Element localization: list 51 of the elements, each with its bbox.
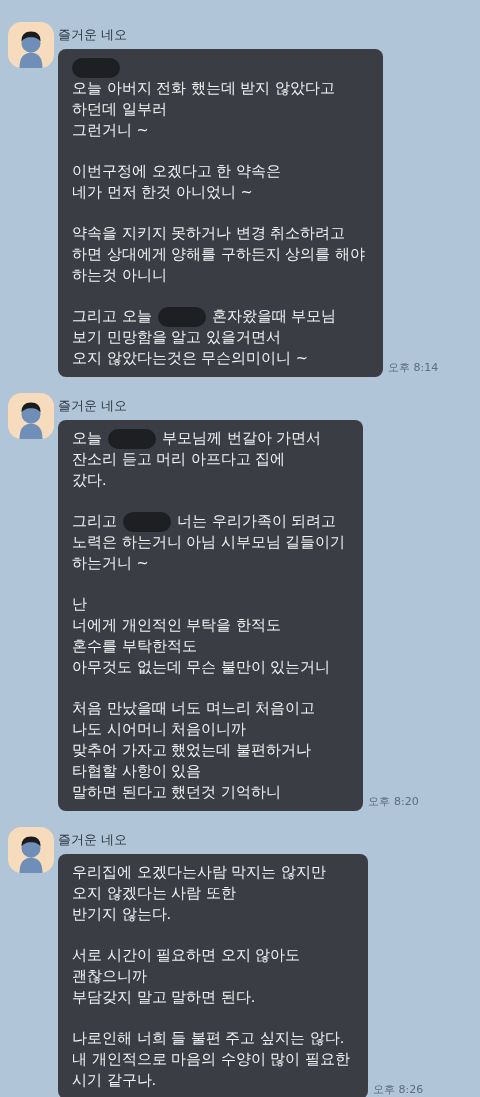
message-text: 하던데 일부러 (72, 100, 167, 119)
redaction-mark (123, 511, 171, 532)
message-text: 나로인해 너희 들 불편 주고 싶지는 않다. (72, 1029, 345, 1048)
avatar-icon[interactable] (8, 22, 54, 68)
message-text: 이번구정에 오겠다고 한 약속은 (72, 162, 281, 181)
message-text: 말하면 된다고 했던것 기억하니 (72, 783, 281, 802)
message-text: 그런거니 ~ (72, 121, 149, 140)
message-text: 너는 우리가족이 되려고 (177, 512, 337, 531)
message-text: 혼자왔을때 부모님 (211, 307, 337, 326)
message-text: 아무것도 없는데 무슨 불만이 있는거니 (72, 658, 331, 677)
message-text: 혼수를 부탁한적도 (72, 637, 197, 656)
message-time: 오후 8:14 (388, 360, 439, 376)
message-text: 괜찮으니까 (72, 967, 147, 986)
message-text: 오지 않겠다는 사람 또한 (72, 884, 236, 903)
redaction-mark (72, 57, 120, 78)
message-text: 나도 시어머니 처음이니까 (72, 720, 247, 739)
message-time: 오후 8:26 (373, 1082, 424, 1097)
message-text: 처음 만났을때 너도 며느리 처음이고 (72, 699, 316, 718)
redaction-mark (157, 306, 206, 327)
avatar-icon[interactable] (8, 827, 54, 873)
message-text: 난 (72, 595, 87, 614)
message-text: 부담갖지 말고 말하면 된다. (72, 988, 256, 1007)
message-time: 오후 8:20 (368, 794, 419, 810)
message-text: 약속을 지키지 못하거나 변경 취소하려고 (72, 224, 346, 243)
message-text: 오지 않았다는것은 무슨의미이니 ~ (72, 349, 308, 368)
message-text: 갔다. (72, 471, 107, 490)
message-text: 너에게 개인적인 부탁을 한적도 (72, 616, 281, 635)
message-text: 서로 시간이 필요하면 오지 않아도 (72, 946, 301, 965)
sender-name: 즐거운 네오 (58, 831, 129, 849)
avatar-icon[interactable] (8, 393, 54, 439)
message-text: 하면 상대에게 양해를 구하든지 상의를 해야 (72, 245, 366, 264)
message-text: 하는거니 ~ (72, 554, 149, 573)
message-text: 우리집에 오겠다는사람 막지는 않지만 (72, 863, 326, 882)
message-text: 맞추어 가자고 했었는데 불편하거나 (72, 741, 311, 760)
redaction-mark (108, 428, 156, 449)
message-text: 내 개인적으로 마음의 수양이 많이 필요한 (72, 1050, 351, 1069)
message-text: 오늘 (72, 429, 102, 448)
sender-name: 즐거운 네오 (58, 397, 129, 415)
sender-name: 즐거운 네오 (58, 26, 129, 44)
message-text: 반기지 않는다. (72, 905, 172, 924)
message-text: 그리고 오늘 (72, 307, 152, 326)
message-text: 오늘 아버지 전화 했는데 받지 않았다고 (72, 79, 336, 98)
message-text: 부모님께 번갈아 가면서 (162, 429, 322, 448)
message-text: 보기 민망함을 알고 있을거면서 (72, 328, 281, 347)
message-text: 네가 먼저 한것 아니었니 ~ (72, 183, 253, 202)
message-text: 노력은 하는거니 아님 시부모님 길들이기 (72, 533, 346, 552)
message-text: 그리고 (72, 512, 117, 531)
message-text: 시기 같구나. (72, 1071, 157, 1090)
message-text: 잔소리 듣고 머리 아프다고 집에 (72, 450, 286, 469)
message-text: 하는것 아니니 (72, 266, 167, 285)
message-text: 타협할 사항이 있음 (72, 762, 202, 781)
